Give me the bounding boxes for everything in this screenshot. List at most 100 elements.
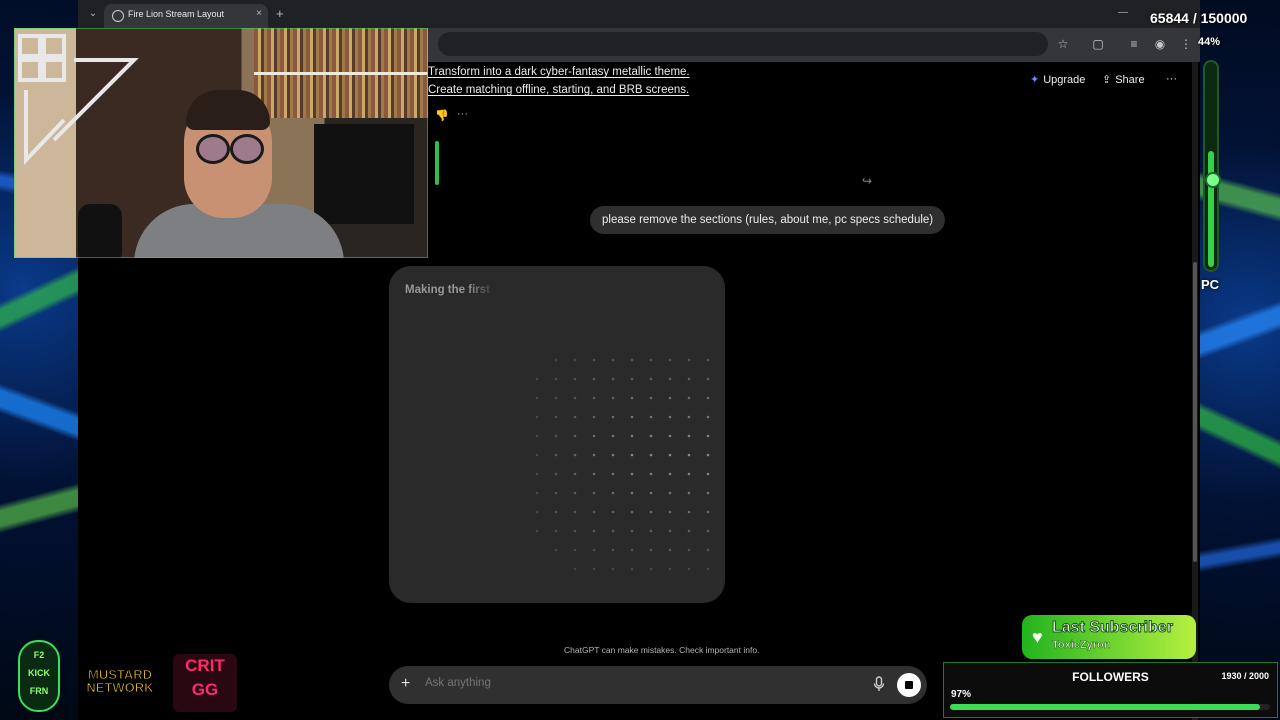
sponsor-logos: F2 KICK FRN MUSTARD NETWORK CRIT GG xyxy=(18,636,240,714)
loading-dot xyxy=(573,453,577,457)
upgrade-button[interactable]: ✦ Upgrade xyxy=(1030,73,1085,86)
loading-dot xyxy=(630,434,634,438)
loading-dot xyxy=(649,491,653,495)
loading-dot xyxy=(687,415,691,419)
followers-progress-track xyxy=(950,704,1270,710)
user-message: please remove the sections (rules, about… xyxy=(590,206,946,234)
loading-dot xyxy=(706,377,710,381)
loading-dot xyxy=(706,491,710,495)
loading-dot xyxy=(592,491,596,495)
loading-dot xyxy=(630,567,634,571)
loading-dot xyxy=(630,396,634,400)
loading-dot xyxy=(592,529,596,533)
background-monitor xyxy=(314,124,414,224)
followers-progress-fill xyxy=(950,704,1261,710)
tab-title: Fire Lion Stream Layout xyxy=(128,9,225,19)
loading-dot xyxy=(592,415,596,419)
loading-dot xyxy=(592,548,596,552)
loading-dot xyxy=(630,529,634,533)
loading-dot xyxy=(535,510,539,514)
loading-dot xyxy=(535,377,539,381)
loading-dot xyxy=(630,472,634,476)
loading-dot xyxy=(535,453,539,457)
stop-generating-button[interactable] xyxy=(897,673,921,697)
fire-lion-logo-icon xyxy=(18,34,139,166)
bookmark-star-icon[interactable]: ☆ xyxy=(1055,36,1071,52)
loading-dot-grid xyxy=(535,358,710,571)
loading-dot xyxy=(649,453,653,457)
disclaimer: ChatGPT can make mistakes. Check importa… xyxy=(564,645,760,655)
last-subscriber-name: ToxicZyron xyxy=(1052,639,1111,652)
microphone-icon[interactable] xyxy=(873,676,885,694)
assistant-text-line: Create matching offline, starting, and B… xyxy=(428,84,690,96)
loading-dot xyxy=(706,415,710,419)
loading-dot xyxy=(668,510,672,514)
loading-dot xyxy=(649,377,653,381)
browser-menu-icon[interactable]: ⋮ xyxy=(1178,36,1194,52)
loading-dot xyxy=(611,415,615,419)
loading-dot xyxy=(573,434,577,438)
tab-search-chevron-icon[interactable]: ⌄ xyxy=(86,7,100,21)
cpu-percent: 44% xyxy=(1198,36,1221,48)
reply-arrow-icon[interactable]: ↪ xyxy=(862,174,872,188)
loading-dot xyxy=(706,396,710,400)
tab-close-icon[interactable]: × xyxy=(256,8,262,19)
profile-icon[interactable]: ◉ xyxy=(1152,36,1168,52)
loading-dot xyxy=(535,472,539,476)
add-attachment-button[interactable]: + xyxy=(401,675,410,693)
loading-dot xyxy=(687,472,691,476)
shelf-board xyxy=(254,72,428,75)
loading-dot xyxy=(554,415,558,419)
loading-dot xyxy=(630,377,634,381)
loading-dot xyxy=(630,491,634,495)
loading-dot xyxy=(649,415,653,419)
chatgpt-favicon-icon xyxy=(112,10,124,22)
extensions-icon[interactable]: ▢ xyxy=(1090,36,1106,52)
composer: + xyxy=(389,666,927,704)
loading-dot xyxy=(630,548,634,552)
loading-dot xyxy=(668,472,672,476)
more-actions-icon[interactable]: ··· xyxy=(457,108,468,120)
loading-dot xyxy=(706,567,710,571)
loading-dot xyxy=(611,491,615,495)
loading-dot xyxy=(554,396,558,400)
loading-dot xyxy=(554,491,558,495)
window-minimize-button[interactable]: — xyxy=(1118,7,1128,18)
loading-dot xyxy=(649,510,653,514)
sparkle-icon: ✦ xyxy=(1030,74,1040,86)
loading-dot xyxy=(706,358,710,362)
loading-dot xyxy=(554,377,558,381)
scrollbar-thumb[interactable] xyxy=(1193,262,1197,562)
loading-dot xyxy=(706,453,710,457)
glasses-left xyxy=(196,134,230,164)
address-bar[interactable] xyxy=(438,32,1048,56)
loading-dot xyxy=(706,472,710,476)
reading-list-icon[interactable]: ≡ xyxy=(1126,36,1142,52)
new-tab-button[interactable]: + xyxy=(276,6,284,21)
loading-dot xyxy=(687,491,691,495)
loading-dot xyxy=(573,358,577,362)
pc-label: PC xyxy=(1201,277,1220,292)
loading-dot xyxy=(668,529,672,533)
prompt-input[interactable] xyxy=(425,677,825,689)
dislike-icon[interactable]: 👎 xyxy=(435,109,449,122)
share-button[interactable]: ⇪ Share xyxy=(1102,73,1145,86)
loading-dot xyxy=(573,415,577,419)
loading-dot xyxy=(611,529,615,533)
loading-dot xyxy=(611,358,615,362)
loading-dot xyxy=(649,396,653,400)
loading-dot xyxy=(611,567,615,571)
loading-dot xyxy=(649,567,653,571)
conversation-menu-button[interactable]: ··· xyxy=(1166,73,1177,85)
loading-dot xyxy=(611,377,615,381)
loading-dot xyxy=(573,377,577,381)
loading-dot xyxy=(554,453,558,457)
loading-dot xyxy=(592,434,596,438)
browser-tab-bar: ⌄ Fire Lion Stream Layout × + — xyxy=(78,0,1200,28)
loading-dot xyxy=(535,491,539,495)
browser-tab[interactable]: Fire Lion Stream Layout × xyxy=(104,4,268,28)
loading-dot xyxy=(611,396,615,400)
kick-fam-logo: F2 KICK FRN xyxy=(18,640,60,712)
loading-dot xyxy=(554,472,558,476)
loading-dot xyxy=(668,415,672,419)
